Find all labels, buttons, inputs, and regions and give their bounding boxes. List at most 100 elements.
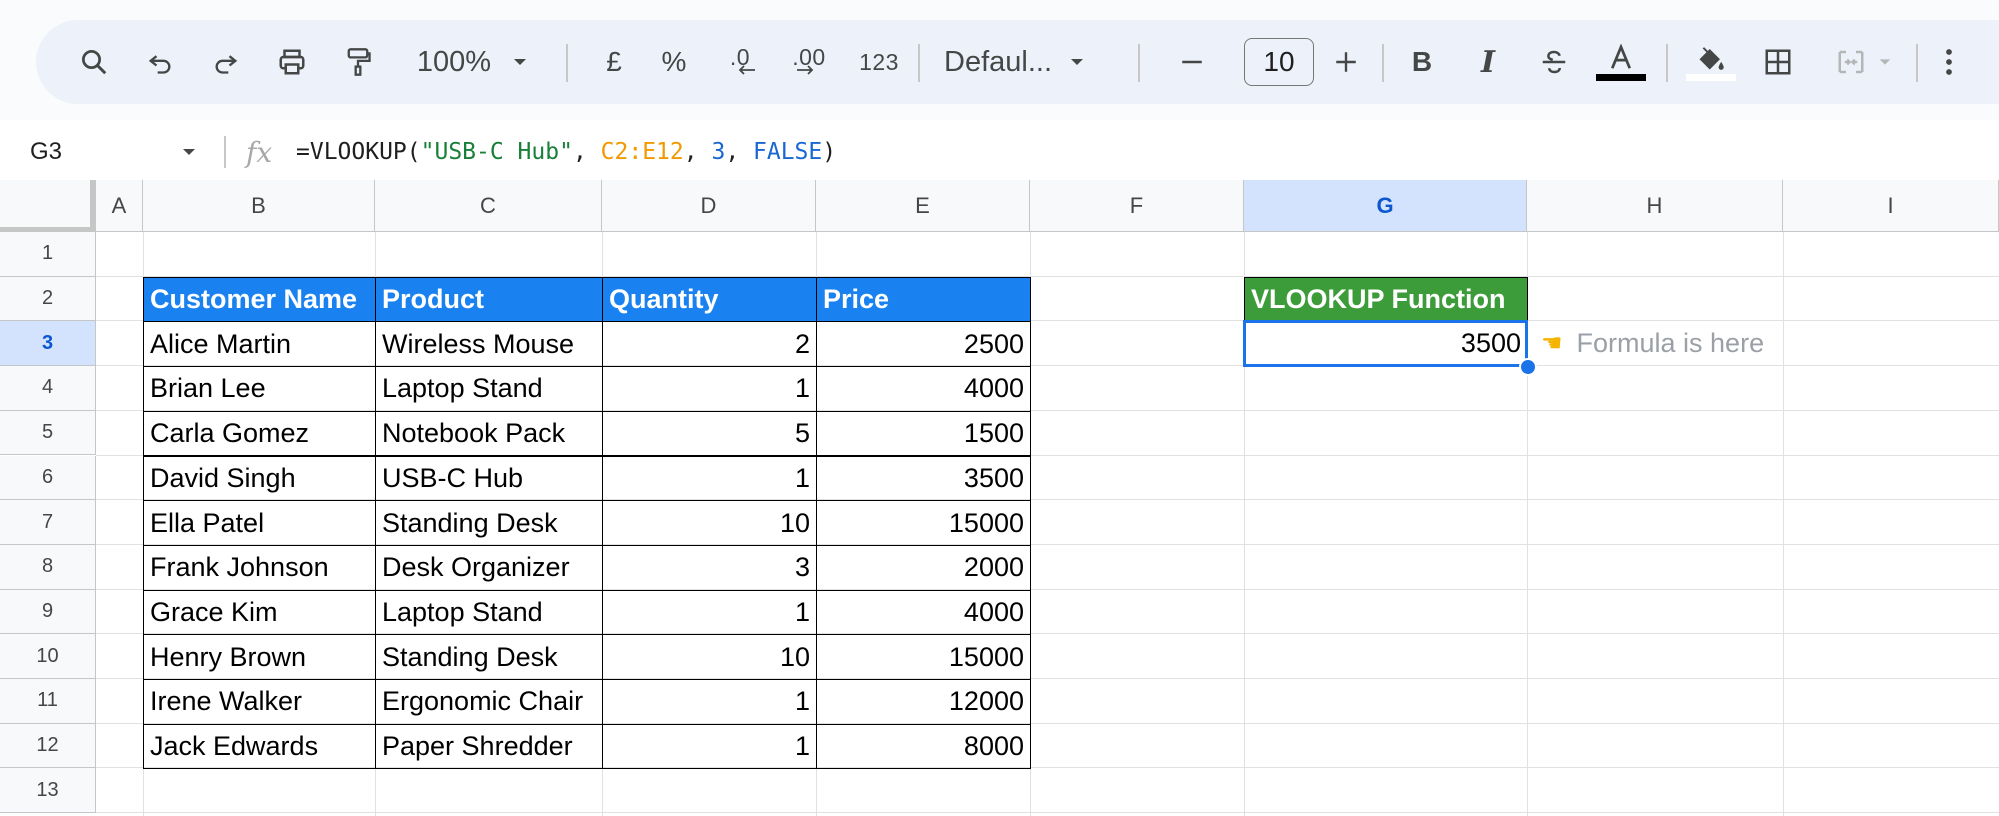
table-cell[interactable]: USB-C Hub [375,455,603,502]
italic-button[interactable]: I [1468,20,1508,104]
merge-cells-icon [1838,50,1864,74]
table-cell[interactable]: 15000 [816,500,1031,546]
table-cell[interactable]: 1 [602,589,817,636]
table-cell[interactable]: Laptop Stand [375,366,603,412]
table-cell[interactable]: Ella Patel [143,500,376,546]
table-cell[interactable]: Notebook Pack [375,410,603,457]
table-cell[interactable]: 1 [602,679,817,725]
table-cell[interactable]: Irene Walker [143,679,376,725]
column-header-h[interactable]: H [1527,180,1783,232]
zoom-select[interactable]: 100% [408,20,538,104]
merge-cells-button[interactable] [1824,20,1904,104]
table-header-cell[interactable]: Product [375,276,603,323]
strikethrough-button[interactable] [1534,20,1574,104]
row-header-7[interactable]: 7 [0,500,96,545]
currency-format-button[interactable]: £ [596,20,632,104]
search-menus-icon[interactable] [72,20,116,104]
row-header-12[interactable]: 12 [0,723,96,769]
lookup-header-cell[interactable]: VLOOKUP Function [1244,276,1528,323]
column-header-f[interactable]: F [1030,180,1244,232]
paint-format-icon[interactable] [338,20,378,104]
table-header-cell[interactable]: Price [816,276,1031,323]
formula-separator: , [572,139,601,165]
row-header-2[interactable]: 2 [0,276,96,322]
row-header-8[interactable]: 8 [0,544,96,590]
table-cell[interactable]: 15000 [816,634,1031,680]
table-cell[interactable]: Henry Brown [143,634,376,680]
table-cell[interactable]: 4000 [816,589,1031,636]
table-cell[interactable]: Carla Gomez [143,410,376,457]
more-options-button[interactable] [1934,20,1964,104]
table-cell[interactable]: Ergonomic Chair [375,679,603,725]
table-cell[interactable]: 5 [602,410,817,457]
percent-format-button[interactable]: % [654,20,694,104]
select-all-corner[interactable] [0,180,96,232]
table-cell[interactable]: 10 [602,500,817,546]
increase-font-size-button[interactable] [1326,20,1366,104]
row-header-5[interactable]: 5 [0,410,96,456]
table-cell[interactable]: 3 [602,544,817,591]
table-cell[interactable]: David Singh [143,455,376,502]
table-cell[interactable]: Laptop Stand [375,589,603,636]
row-header-3[interactable]: 3 [0,321,96,367]
row-header-1[interactable]: 1 [0,232,96,277]
table-cell[interactable]: 1 [602,723,817,770]
bold-button[interactable]: B [1402,20,1442,104]
column-header-c[interactable]: C [375,180,602,232]
table-cell[interactable]: 2500 [816,321,1031,368]
decrease-decimal-button[interactable]: .0 [716,20,764,104]
table-cell[interactable]: 8000 [816,723,1031,770]
table-cell[interactable]: Alice Martin [143,321,376,368]
formula-bar: G3 fx =VLOOKUP("USB-C Hub", C2:E12, 3, F… [0,128,1999,176]
table-cell[interactable]: Brian Lee [143,366,376,412]
row-header-13[interactable]: 13 [0,768,96,814]
column-header-e[interactable]: E [816,180,1030,232]
table-cell[interactable]: Grace Kim [143,589,376,636]
column-header-i[interactable]: I [1783,180,1999,232]
column-header-b[interactable]: B [143,180,375,232]
table-cell[interactable]: Standing Desk [375,500,603,546]
row-header-9[interactable]: 9 [0,589,96,635]
table-cell[interactable]: 3500 [816,455,1031,502]
row-header-11[interactable]: 11 [0,679,96,724]
table-cell[interactable]: 1 [602,455,817,502]
table-cell[interactable]: Desk Organizer [375,544,603,591]
table-cell[interactable]: 10 [602,634,817,680]
borders-button[interactable] [1756,20,1800,104]
fill-color-button[interactable] [1684,20,1738,104]
text-color-button[interactable] [1594,20,1648,104]
row-header-4[interactable]: 4 [0,366,96,411]
column-header-a[interactable]: A [96,180,143,232]
name-box-dropdown[interactable] [180,128,198,176]
table-cell[interactable]: 4000 [816,366,1031,412]
divider [1916,44,1918,82]
formula-input[interactable]: =VLOOKUP("USB-C Hub", C2:E12, 3, FALSE) [296,128,836,176]
column-header-d[interactable]: D [602,180,816,232]
table-cell[interactable]: Standing Desk [375,634,603,680]
row-header-6[interactable]: 6 [0,455,96,501]
name-box[interactable]: G3 [30,128,62,176]
undo-icon[interactable] [140,20,180,104]
font-size-input[interactable]: 10 [1244,38,1314,86]
table-header-cell[interactable]: Quantity [602,276,817,323]
table-cell[interactable]: 1500 [816,410,1031,457]
table-cell[interactable]: 12000 [816,679,1031,725]
column-header-g[interactable]: G [1244,180,1527,232]
table-cell[interactable]: Frank Johnson [143,544,376,591]
increase-decimal-button[interactable]: .00 [784,20,834,104]
decrease-font-size-button[interactable] [1172,20,1212,104]
more-formats-button[interactable]: 123 [852,20,906,104]
table-cell[interactable]: Paper Shredder [375,723,603,770]
row-header-10[interactable]: 10 [0,634,96,679]
table-cell[interactable]: Wireless Mouse [375,321,603,368]
font-select[interactable]: Defaul... [944,20,1114,104]
table-cell[interactable]: 2 [602,321,817,368]
table-cell[interactable]: Jack Edwards [143,723,376,770]
fill-handle[interactable] [1519,358,1537,377]
print-icon[interactable] [272,20,312,104]
text-color-swatch [1596,73,1646,81]
redo-icon[interactable] [206,20,246,104]
table-cell[interactable]: 1 [602,366,817,412]
table-cell[interactable]: 2000 [816,544,1031,591]
table-header-cell[interactable]: Customer Name [143,276,376,323]
